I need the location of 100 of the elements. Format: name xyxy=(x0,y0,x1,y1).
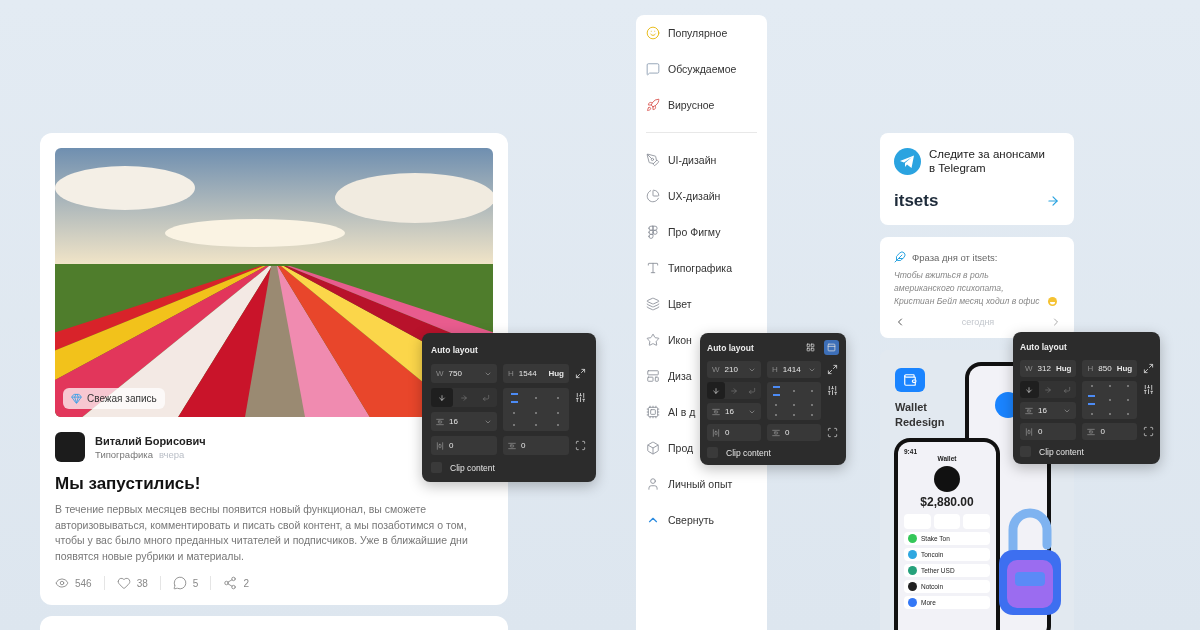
direction-button[interactable] xyxy=(707,382,725,399)
clip-label: Clip content xyxy=(450,462,495,473)
clip-label: Clip content xyxy=(1039,446,1084,457)
padding-icon xyxy=(712,428,720,437)
stat-counter[interactable]: 38 xyxy=(103,576,160,590)
author-name[interactable]: Виталий Борисович xyxy=(95,434,206,447)
wrap-arrow-icon xyxy=(748,386,756,395)
padding-field[interactable]: 0 xyxy=(431,436,497,455)
stat-counter[interactable]: 2 xyxy=(210,576,261,590)
arrow-right-icon xyxy=(1044,385,1053,394)
padding-field[interactable]: 0 xyxy=(1020,423,1077,440)
dimension-field[interactable]: W 210 xyxy=(707,361,761,378)
post-time: вчера xyxy=(158,448,185,460)
star-icon xyxy=(646,333,660,347)
panel-title: Auto layout xyxy=(707,342,754,353)
sidebar-item[interactable]: Про Фигму xyxy=(636,214,721,250)
arrow-down-icon xyxy=(438,393,446,402)
padding-icon xyxy=(436,441,444,450)
sliders-icon[interactable] xyxy=(575,392,586,403)
sidebar-item[interactable]: Икон xyxy=(636,322,692,358)
author-avatar xyxy=(55,432,85,462)
itsets-logo: itsets xyxy=(894,191,939,211)
arrow-down-icon xyxy=(712,386,720,395)
wrap-arrow-icon xyxy=(482,393,490,402)
sidebar-item[interactable]: Обсуждаемое xyxy=(636,51,737,87)
sidebar-item[interactable]: UI-дизайн xyxy=(636,142,717,178)
comment-icon xyxy=(172,576,187,590)
wallet-title: Wallet Redesign xyxy=(895,400,946,430)
sidebar-item[interactable]: UX-дизайн xyxy=(636,178,721,214)
telegram-icon xyxy=(894,147,921,175)
pie-chart-icon xyxy=(646,189,660,203)
dimension-field[interactable]: W 750 xyxy=(431,364,497,383)
gap-field[interactable]: 16 xyxy=(431,412,497,431)
alignment-cell[interactable] xyxy=(772,386,780,396)
direction-button[interactable] xyxy=(431,388,453,407)
spacing-icon xyxy=(1025,406,1033,415)
quote-text: Чтобы вжиться в роль американского психопата, Кристиан Бейл месяц ходил в офис xyxy=(894,269,1041,308)
gap-field[interactable]: 16 xyxy=(707,403,761,420)
stat-counter[interactable]: 5 xyxy=(159,576,211,590)
dimension-field[interactable]: H 850 Hug xyxy=(1082,360,1138,377)
dimension-field[interactable]: W 312 Hug xyxy=(1020,360,1077,377)
sidebar-item[interactable]: Диза xyxy=(636,358,692,394)
resize-icon[interactable] xyxy=(1143,363,1155,374)
padding-field[interactable]: 0 xyxy=(767,424,821,441)
gem-icon xyxy=(71,393,82,404)
corner-icon[interactable] xyxy=(575,440,586,451)
resize-icon[interactable] xyxy=(827,364,838,375)
sidebar-item[interactable]: Личный опыт xyxy=(636,466,733,502)
heart-icon xyxy=(116,576,131,590)
padding-field[interactable]: 0 xyxy=(503,436,569,455)
padding-icon xyxy=(772,428,780,437)
panel-title: Auto layout xyxy=(431,344,478,355)
dimension-field[interactable]: H 1544 Hug xyxy=(503,364,569,383)
sliders-icon[interactable] xyxy=(827,385,838,396)
type-icon xyxy=(646,261,660,275)
corner-icon[interactable] xyxy=(827,427,838,438)
day-label: сегодня xyxy=(961,317,995,327)
corner-icon[interactable] xyxy=(1143,426,1155,437)
gap-field[interactable]: 16 xyxy=(1020,402,1077,419)
sidebar-item[interactable]: Прод xyxy=(636,430,694,466)
chip-icon xyxy=(646,405,660,419)
padding-icon xyxy=(1087,427,1096,436)
eye-icon xyxy=(55,576,69,590)
layers-icon xyxy=(646,297,660,311)
figma-icon xyxy=(646,225,660,239)
alignment-cell[interactable] xyxy=(1088,395,1096,405)
sidebar-item[interactable]: Вирусное xyxy=(636,87,715,123)
stat-counter[interactable]: 546 xyxy=(55,576,104,590)
direction-button[interactable] xyxy=(1020,381,1039,398)
alignment-cell[interactable] xyxy=(510,392,518,403)
sliders-icon[interactable] xyxy=(1143,384,1155,395)
user-icon xyxy=(646,477,660,491)
grin-emoji-icon xyxy=(1048,297,1057,306)
post-text: В течение первых месяцев весны появится новый функционал, вы сможете авторизовываться, комментировать и писать свой контент, а мы позаботимся о том, чтобы у вас было много преданных читателей и подписчиков. Уже в ближайшие дни появятся новые рубрики и материалы. xyxy=(55,502,469,564)
pen-tool-icon xyxy=(646,153,660,167)
fresh-post-badge: Свежая запись xyxy=(63,388,165,409)
padding-icon xyxy=(1025,427,1033,436)
resize-icon[interactable] xyxy=(575,368,586,379)
share-icon xyxy=(223,576,238,590)
padding-field[interactable]: 0 xyxy=(1082,423,1138,440)
stack-view-button[interactable] xyxy=(824,340,839,355)
arrow-down-icon xyxy=(1025,385,1034,394)
post-category[interactable]: Типографика xyxy=(95,448,153,460)
smile-icon xyxy=(646,26,660,40)
padding-field[interactable]: 0 xyxy=(707,424,761,441)
sidebar-item[interactable]: Цвет xyxy=(636,286,692,322)
dimension-field[interactable]: H 1414 xyxy=(767,361,821,378)
spacing-icon xyxy=(436,417,444,426)
telegram-card[interactable]: Следите за анонсами в Telegram itsets xyxy=(880,133,1074,225)
collapse-link[interactable]: Свернуть xyxy=(636,502,715,538)
sidebar-item[interactable]: AI в д xyxy=(636,394,696,430)
sidebar-item[interactable]: Типографика xyxy=(636,250,733,286)
grid-view-button[interactable] xyxy=(803,340,818,355)
speech-bubble-icon xyxy=(646,62,660,76)
sidebar-item[interactable]: Популярное xyxy=(636,15,728,51)
feather-icon xyxy=(894,251,906,263)
post-title[interactable]: Мы запустились! xyxy=(55,474,201,494)
padding-icon xyxy=(508,441,516,450)
wallet-icon xyxy=(895,368,925,392)
layout-icon xyxy=(646,369,660,383)
